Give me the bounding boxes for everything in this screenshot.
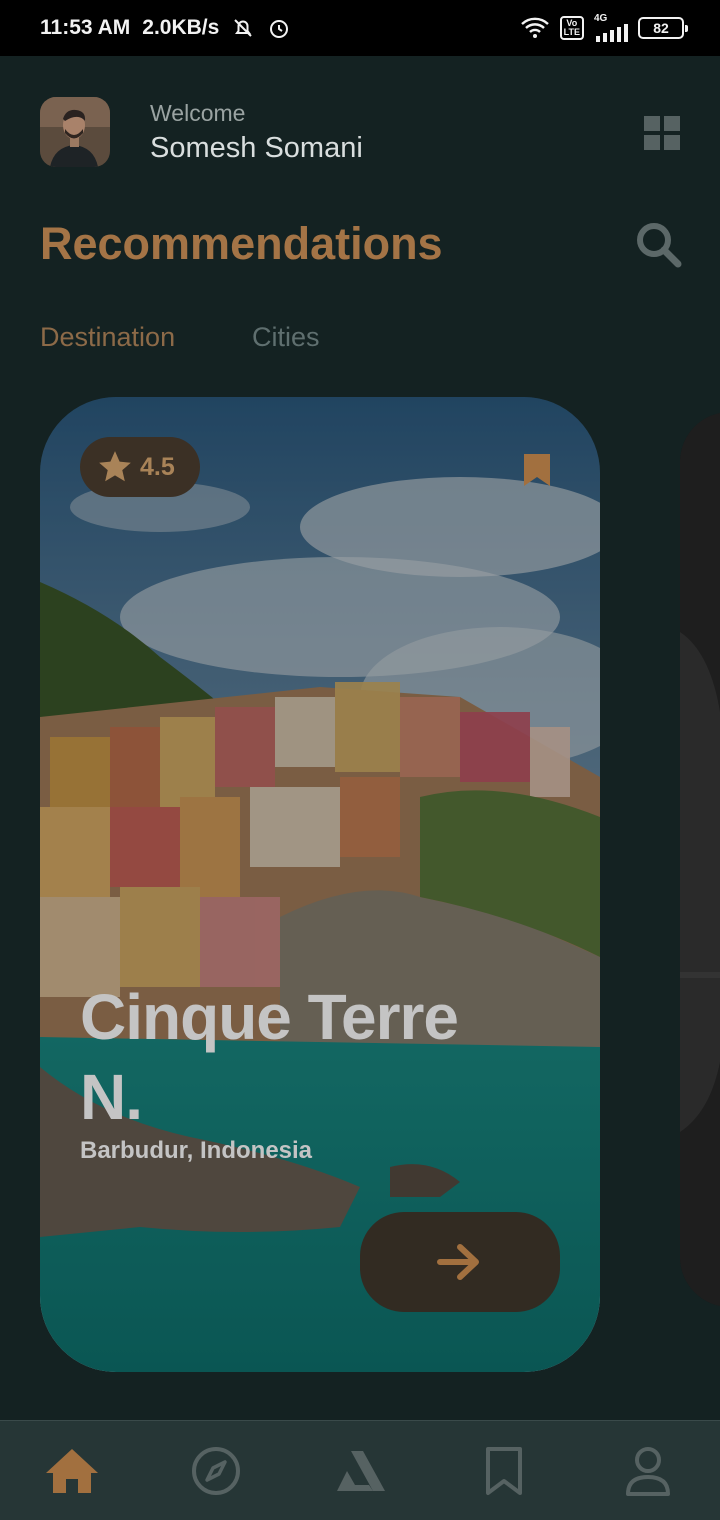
next-destination-photo xyxy=(680,412,720,1307)
avatar[interactable] xyxy=(40,97,110,167)
destination-name: Cinque Terre N. xyxy=(80,981,459,1133)
battery-level: 82 xyxy=(653,20,669,36)
network-type: 4G xyxy=(594,13,608,24)
destination-location: Barbudur, Indonesia xyxy=(80,1137,313,1164)
mute-notification-icon xyxy=(234,19,253,37)
profile-icon xyxy=(626,1447,670,1496)
rating-badge: 4.5 xyxy=(80,437,200,497)
home-icon xyxy=(46,1449,98,1493)
destination-card[interactable]: 4.5 Cinque Terre N. Barbudur, Indonesia xyxy=(40,397,600,1372)
clock: 11:53 AM xyxy=(40,16,131,39)
open-destination-button[interactable] xyxy=(360,1212,560,1312)
compass-icon xyxy=(192,1447,240,1495)
section-title: Recommendations xyxy=(40,218,443,269)
star-icon xyxy=(99,451,131,482)
nav-profile[interactable] xyxy=(620,1443,676,1499)
wifi-icon xyxy=(520,17,549,38)
next-destination-card[interactable] xyxy=(680,412,720,1307)
volte-bottom: LTE xyxy=(563,27,580,37)
user-name: Somesh Somani xyxy=(150,132,363,164)
welcome-label: Welcome xyxy=(150,100,246,126)
tab-cities[interactable]: Cities xyxy=(252,322,320,353)
rating-value: 4.5 xyxy=(140,452,175,481)
signal-icon xyxy=(596,24,628,42)
nav-home[interactable] xyxy=(44,1443,100,1499)
bookmark-icon xyxy=(486,1447,522,1495)
navigation-a-icon xyxy=(337,1451,385,1491)
search-icon[interactable] xyxy=(634,220,682,268)
avatar-portrait xyxy=(40,97,110,167)
network-speed: 2.0KB/s xyxy=(142,16,220,39)
grid-icon[interactable] xyxy=(644,116,680,150)
bookmark-icon[interactable] xyxy=(522,452,552,488)
battery-icon: 82 xyxy=(638,17,688,39)
bottom-navigation xyxy=(0,1420,720,1520)
nav-saved[interactable] xyxy=(476,1443,532,1499)
arrow-right-icon xyxy=(437,1244,479,1280)
nav-explore[interactable] xyxy=(188,1443,244,1499)
status-bar: 11:53 AM 2.0KB/s Vo LTE 4G 82 xyxy=(0,0,720,56)
volte-icon: Vo LTE xyxy=(559,16,584,40)
tab-destination[interactable]: Destination xyxy=(40,322,175,353)
alarm-icon xyxy=(270,20,289,38)
nav-navigate[interactable] xyxy=(332,1443,388,1499)
